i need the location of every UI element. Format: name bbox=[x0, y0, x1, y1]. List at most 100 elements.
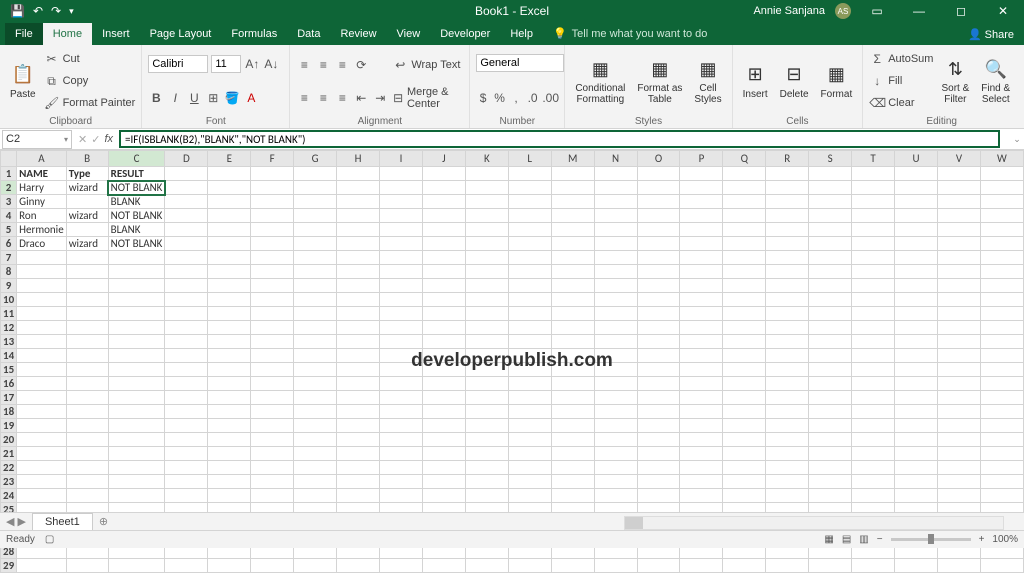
cell[interactable] bbox=[208, 265, 251, 279]
cell[interactable] bbox=[980, 391, 1023, 405]
cell[interactable] bbox=[937, 321, 980, 335]
cell[interactable] bbox=[895, 461, 938, 475]
cell[interactable] bbox=[766, 349, 809, 363]
cell[interactable] bbox=[251, 433, 294, 447]
align-middle-icon[interactable]: ≡ bbox=[315, 58, 331, 72]
decrease-indent-icon[interactable]: ⇤ bbox=[353, 91, 369, 105]
cell[interactable] bbox=[809, 447, 852, 461]
cell[interactable] bbox=[723, 391, 766, 405]
autosum-button[interactable]: ΣAutoSum bbox=[869, 49, 933, 69]
cell[interactable] bbox=[208, 363, 251, 377]
cell[interactable] bbox=[594, 167, 637, 181]
cell[interactable] bbox=[809, 279, 852, 293]
cell[interactable] bbox=[422, 377, 465, 391]
cell[interactable] bbox=[337, 391, 380, 405]
cell[interactable] bbox=[980, 223, 1023, 237]
cell[interactable] bbox=[165, 223, 208, 237]
cell[interactable] bbox=[66, 349, 108, 363]
cell[interactable] bbox=[937, 419, 980, 433]
row-header[interactable]: 8 bbox=[1, 265, 17, 279]
cell[interactable] bbox=[422, 195, 465, 209]
cell[interactable] bbox=[380, 195, 423, 209]
cell[interactable] bbox=[208, 307, 251, 321]
cell[interactable] bbox=[637, 195, 680, 209]
cell[interactable] bbox=[551, 181, 594, 195]
cell[interactable] bbox=[551, 321, 594, 335]
cell[interactable] bbox=[108, 293, 165, 307]
cell[interactable] bbox=[852, 419, 895, 433]
cell[interactable] bbox=[17, 391, 67, 405]
cell[interactable] bbox=[66, 447, 108, 461]
cell[interactable] bbox=[465, 475, 508, 489]
cell[interactable] bbox=[17, 265, 67, 279]
cell[interactable] bbox=[637, 181, 680, 195]
cell[interactable] bbox=[66, 251, 108, 265]
cell[interactable] bbox=[66, 335, 108, 349]
cell[interactable] bbox=[551, 461, 594, 475]
cell[interactable] bbox=[723, 349, 766, 363]
row-header[interactable]: 10 bbox=[1, 293, 17, 307]
cell[interactable] bbox=[422, 391, 465, 405]
cell[interactable] bbox=[723, 279, 766, 293]
cell[interactable] bbox=[895, 489, 938, 503]
cell[interactable] bbox=[723, 209, 766, 223]
cell[interactable] bbox=[380, 419, 423, 433]
cell[interactable] bbox=[66, 293, 108, 307]
cell[interactable] bbox=[723, 433, 766, 447]
cell[interactable] bbox=[17, 363, 67, 377]
cell[interactable] bbox=[337, 181, 380, 195]
row-header[interactable]: 14 bbox=[1, 349, 17, 363]
cell[interactable]: Ron bbox=[17, 209, 67, 223]
cell[interactable] bbox=[294, 405, 337, 419]
cell[interactable] bbox=[766, 237, 809, 251]
column-header[interactable]: Q bbox=[723, 151, 766, 167]
cell[interactable] bbox=[294, 209, 337, 223]
cell[interactable] bbox=[809, 419, 852, 433]
cell[interactable] bbox=[809, 335, 852, 349]
cell[interactable] bbox=[294, 195, 337, 209]
cell[interactable] bbox=[422, 167, 465, 181]
cell[interactable] bbox=[980, 377, 1023, 391]
cell[interactable] bbox=[980, 279, 1023, 293]
cell[interactable] bbox=[723, 363, 766, 377]
cell[interactable] bbox=[422, 335, 465, 349]
cell[interactable] bbox=[809, 167, 852, 181]
cell[interactable] bbox=[937, 377, 980, 391]
format-cells-button[interactable]: ▦Format bbox=[817, 48, 857, 114]
cell[interactable] bbox=[680, 391, 723, 405]
cell[interactable] bbox=[208, 209, 251, 223]
name-box[interactable]: C2▾ bbox=[2, 130, 72, 149]
cell[interactable] bbox=[294, 349, 337, 363]
cell[interactable] bbox=[766, 419, 809, 433]
cell[interactable] bbox=[208, 391, 251, 405]
cell[interactable] bbox=[637, 237, 680, 251]
cell[interactable] bbox=[294, 307, 337, 321]
cell[interactable]: BLANK bbox=[108, 195, 165, 209]
cell[interactable] bbox=[852, 363, 895, 377]
cell[interactable] bbox=[980, 307, 1023, 321]
cell[interactable] bbox=[594, 195, 637, 209]
row-header[interactable]: 19 bbox=[1, 419, 17, 433]
cell[interactable] bbox=[508, 349, 551, 363]
cell[interactable] bbox=[895, 447, 938, 461]
cell[interactable] bbox=[680, 559, 723, 573]
cell[interactable] bbox=[17, 349, 67, 363]
cell[interactable] bbox=[637, 405, 680, 419]
cell[interactable] bbox=[251, 251, 294, 265]
row-header[interactable]: 22 bbox=[1, 461, 17, 475]
cell[interactable] bbox=[508, 461, 551, 475]
row-header[interactable]: 18 bbox=[1, 405, 17, 419]
cell[interactable] bbox=[17, 559, 67, 573]
cell[interactable] bbox=[165, 195, 208, 209]
cell[interactable] bbox=[766, 447, 809, 461]
align-top-icon[interactable]: ≡ bbox=[296, 58, 312, 72]
cell[interactable] bbox=[594, 461, 637, 475]
cell[interactable] bbox=[895, 223, 938, 237]
cell[interactable] bbox=[294, 363, 337, 377]
column-header[interactable]: M bbox=[551, 151, 594, 167]
cut-button[interactable]: ✂Cut bbox=[44, 49, 136, 69]
cell[interactable] bbox=[637, 461, 680, 475]
cell[interactable] bbox=[508, 321, 551, 335]
cell[interactable] bbox=[723, 405, 766, 419]
cell[interactable] bbox=[422, 181, 465, 195]
